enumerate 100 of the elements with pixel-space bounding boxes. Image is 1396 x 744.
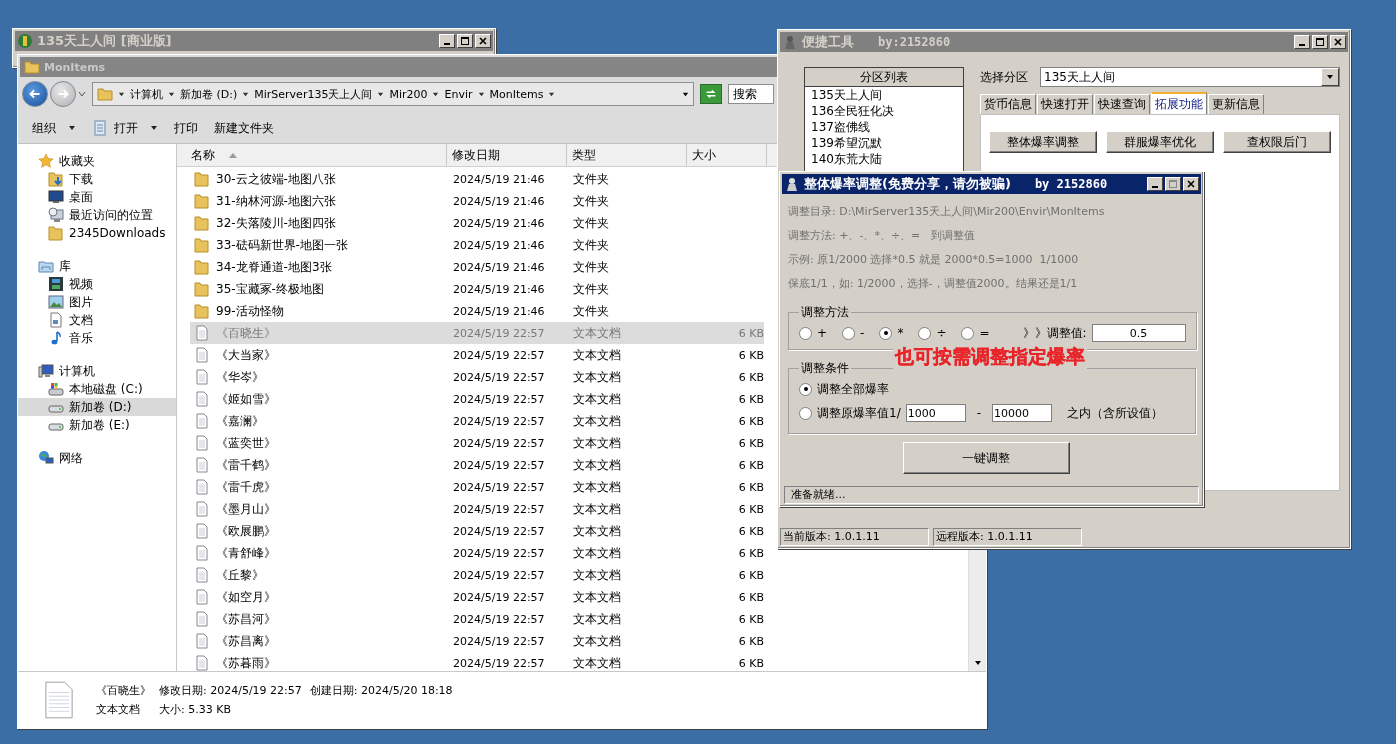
file-row[interactable]: 32-失落陵川-地图四张 2024/5/19 21:46 文件夹 xyxy=(190,212,764,234)
column-header[interactable]: 修改日期 xyxy=(447,144,567,166)
sidebar-item[interactable]: 库 xyxy=(18,257,176,275)
file-row[interactable]: 《丘黎》 2024/5/19 22:57 文本文档 6 KB xyxy=(190,564,764,586)
sidebar-item[interactable]: 下载 xyxy=(18,170,176,188)
file-row[interactable]: 31-纳林河源-地图六张 2024/5/19 21:46 文件夹 xyxy=(190,190,764,212)
file-type: 文本文档 xyxy=(572,544,622,562)
breadcrumb-item[interactable]: Envir xyxy=(444,87,473,101)
tab[interactable]: 快速查询 xyxy=(1094,94,1150,114)
tab[interactable]: 更新信息 xyxy=(1208,94,1264,114)
radio-button[interactable] xyxy=(961,326,975,340)
file-row[interactable]: 33-砝码新世界-地图一张 2024/5/19 21:46 文件夹 xyxy=(190,234,764,256)
file-row[interactable]: 《雷千虎》 2024/5/19 22:57 文本文档 6 KB xyxy=(190,476,764,498)
file-row[interactable]: 《百晓生》 2024/5/19 22:57 文本文档 6 KB xyxy=(190,322,764,344)
sidebar-item[interactable]: 计算机 xyxy=(18,362,176,380)
text-file-icon xyxy=(194,501,210,517)
toolbar-button[interactable]: 组织 xyxy=(28,117,80,139)
file-row[interactable]: 《欧展鹏》 2024/5/19 22:57 文本文档 6 KB xyxy=(190,520,764,542)
file-row[interactable]: 35-宝藏冢-终极地图 2024/5/19 21:46 文件夹 xyxy=(190,278,764,300)
address-bar[interactable]: 计算机 新加卷 (D:) MirServer135天上人间 Mir200 Envir MonItems xyxy=(92,82,694,106)
radio-button[interactable] xyxy=(842,326,856,340)
refresh-button[interactable] xyxy=(700,84,722,104)
input-field[interactable]: 10000 xyxy=(992,404,1053,422)
column-header[interactable]: 大小 xyxy=(687,144,767,166)
file-row[interactable]: 34-龙脊通道-地图3张 2024/5/19 21:46 文件夹 xyxy=(190,256,764,278)
close-button[interactable] xyxy=(1183,177,1199,191)
annotation-text: 也可按需调整指定爆率 xyxy=(893,344,1087,370)
radio-button[interactable] xyxy=(918,326,932,340)
sidebar-item[interactable]: 网络 xyxy=(18,449,176,467)
adjust-button[interactable]: 一键调整 xyxy=(902,442,1070,474)
sidebar-item[interactable]: 桌面 xyxy=(18,188,176,206)
sidebar-item[interactable]: 本地磁盘 (C:) xyxy=(18,380,176,398)
file-row[interactable]: 30-云之彼端-地图八张 2024/5/19 21:46 文件夹 xyxy=(190,168,764,190)
value-field[interactable]: 0.5 xyxy=(1091,324,1186,342)
radio-label: * xyxy=(897,326,904,340)
sidebar-item[interactable]: 新加卷 (E:) xyxy=(18,416,176,434)
search-field[interactable]: 搜索 xyxy=(728,84,774,104)
breadcrumb-item[interactable]: 计算机 xyxy=(130,86,163,102)
breadcrumb-item[interactable]: Mir200 xyxy=(389,87,428,101)
sidebar-item[interactable]: 文档 xyxy=(18,311,176,329)
column-header[interactable]: 类型 xyxy=(567,144,687,166)
sidebar-item[interactable]: 收藏夹 xyxy=(18,152,176,170)
list-item[interactable]: 140东荒大陆 xyxy=(805,151,963,167)
partition-dropdown[interactable]: 135天上人间 xyxy=(1040,67,1340,87)
breadcrumb-item[interactable]: 新加卷 (D:) xyxy=(180,86,238,102)
list-item[interactable]: 136全民狂化决 xyxy=(805,103,963,119)
dropdown-icon[interactable] xyxy=(682,90,689,98)
file-row[interactable]: 《青舒峰》 2024/5/19 22:57 文本文档 6 KB xyxy=(190,542,764,564)
back-button[interactable] xyxy=(22,81,48,107)
folder-icon xyxy=(194,303,210,319)
network-icon xyxy=(38,450,54,466)
action-button[interactable]: 整体爆率调整 xyxy=(989,131,1097,153)
file-row[interactable]: 《嘉澜》 2024/5/19 22:57 文本文档 6 KB xyxy=(190,410,764,432)
file-type: 文本文档 xyxy=(572,654,622,672)
file-row[interactable]: 99-活动怪物 2024/5/19 21:46 文件夹 xyxy=(190,300,764,322)
tab[interactable]: 快速打开 xyxy=(1037,94,1093,114)
list-item[interactable]: 137盗佛线 xyxy=(805,119,963,135)
file-row[interactable]: 《大当家》 2024/5/19 22:57 文本文档 6 KB xyxy=(190,344,764,366)
action-button[interactable]: 查权限后门 xyxy=(1223,131,1331,153)
maximize-button[interactable] xyxy=(1165,177,1181,191)
toolbar-button[interactable]: 新建文件夹 xyxy=(210,117,278,139)
sidebar-item[interactable]: 图片 xyxy=(18,293,176,311)
file-name: 《蓝奕世》 xyxy=(216,434,276,452)
file-row[interactable]: 《蓝奕世》 2024/5/19 22:57 文本文档 6 KB xyxy=(190,432,764,454)
file-row[interactable]: 《如空月》 2024/5/19 22:57 文本文档 6 KB xyxy=(190,586,764,608)
minimize-button[interactable] xyxy=(1147,177,1163,191)
radio-button[interactable] xyxy=(799,406,812,420)
list-item[interactable]: 135天上人间 xyxy=(805,87,963,103)
radio-button[interactable] xyxy=(799,326,812,340)
list-item[interactable]: 139希望沉默 xyxy=(805,135,963,151)
file-row[interactable]: 《苏昌离》 2024/5/19 22:57 文本文档 6 KB xyxy=(190,630,764,652)
file-type: 文本文档 xyxy=(572,500,622,518)
sidebar-item[interactable]: 新加卷 (D:) xyxy=(18,398,176,416)
action-button[interactable]: 群服爆率优化 xyxy=(1106,131,1214,153)
tab[interactable]: 货币信息 xyxy=(980,94,1036,114)
tab[interactable]: 拓展功能 xyxy=(1151,92,1207,114)
toolbar-button[interactable]: 打印 xyxy=(170,117,202,139)
file-row[interactable]: 《雷千鹤》 2024/5/19 22:57 文本文档 6 KB xyxy=(190,454,764,476)
forward-button[interactable] xyxy=(50,81,76,107)
sidebar-item[interactable]: 最近访问的位置 xyxy=(18,206,176,224)
input-field[interactable]: 1000 xyxy=(905,404,966,422)
modified-date: 2024/5/19 22:57 xyxy=(452,590,546,604)
file-row[interactable]: 《姬如雪》 2024/5/19 22:57 文本文档 6 KB xyxy=(190,388,764,410)
file-type: 文本文档 xyxy=(572,456,622,474)
sidebar-item[interactable]: 视频 xyxy=(18,275,176,293)
toolbar-button[interactable]: 打开 xyxy=(88,117,162,139)
file-row[interactable]: 《苏昌河》 2024/5/19 22:57 文本文档 6 KB xyxy=(190,608,764,630)
file-row[interactable]: 《华岑》 2024/5/19 22:57 文本文档 6 KB xyxy=(190,366,764,388)
sidebar-item[interactable]: 音乐 xyxy=(18,329,176,347)
breadcrumb-item[interactable]: MonItems xyxy=(489,87,544,101)
file-row[interactable]: 《苏暮雨》 2024/5/19 22:57 文本文档 6 KB xyxy=(190,652,764,674)
column-header[interactable]: 名称 xyxy=(177,144,447,166)
radio-button[interactable] xyxy=(799,382,812,396)
sidebar-item[interactable]: 2345Downloads xyxy=(18,224,176,242)
minimize-icon xyxy=(1299,43,1305,46)
breadcrumb-item[interactable]: MirServer135天上人间 xyxy=(254,86,373,102)
radio-button[interactable] xyxy=(879,326,893,340)
modified-date: 2024/5/19 22:57 xyxy=(452,436,546,450)
file-row[interactable]: 《墨月山》 2024/5/19 22:57 文本文档 6 KB xyxy=(190,498,764,520)
scroll-down-icon[interactable] xyxy=(973,659,982,667)
